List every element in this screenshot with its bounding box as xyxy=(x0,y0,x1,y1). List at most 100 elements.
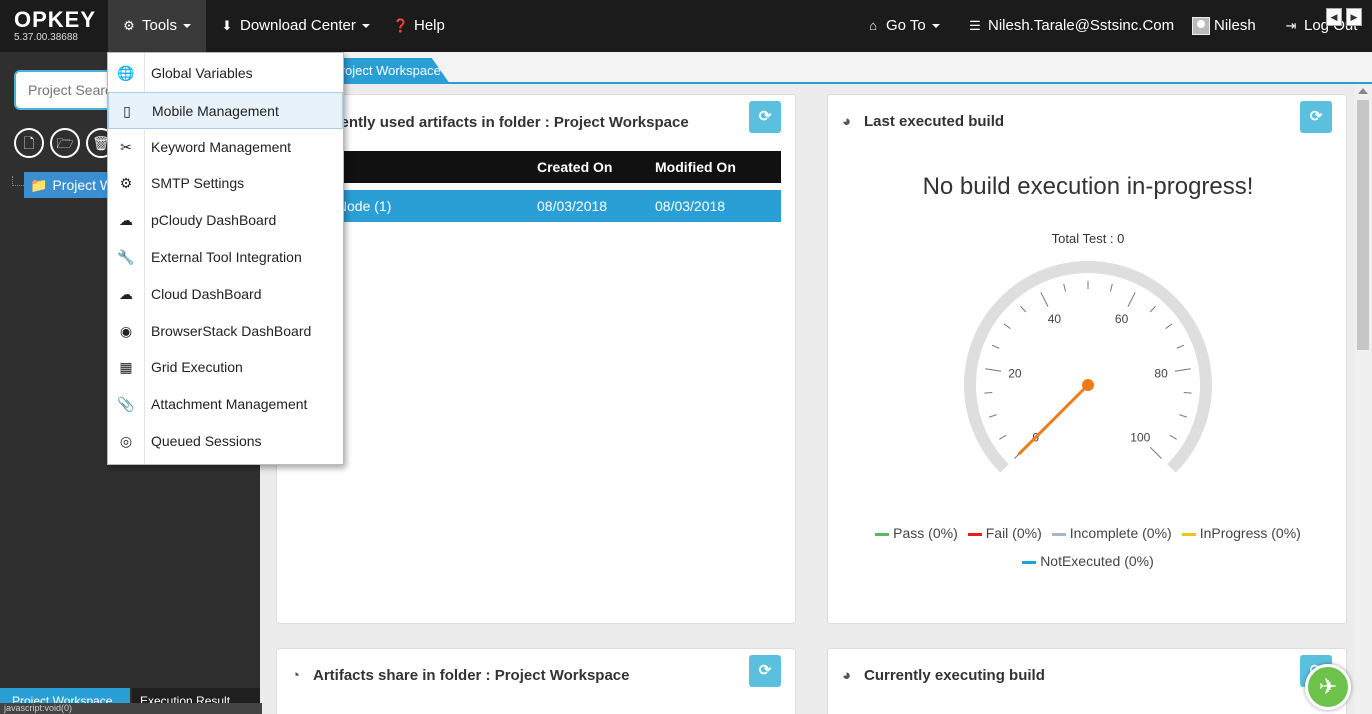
scroll-up-arrow[interactable] xyxy=(1358,88,1368,94)
menu-item-label: Keyword Management xyxy=(151,138,292,155)
gauge-label: 80 xyxy=(1154,366,1168,380)
table-header: Created On Modified On xyxy=(293,151,781,183)
share-title-text: Artifacts share in folder : Project Work… xyxy=(313,667,630,684)
legend-label: Pass (0%) xyxy=(893,525,958,541)
menu-item-grid-execution[interactable]: ▦ Grid Execution xyxy=(108,349,343,386)
menu-item-queued-sessions[interactable]: ◎ Queued Sessions xyxy=(108,423,343,460)
gauge-tick xyxy=(1179,414,1188,418)
go-to-label: Go To xyxy=(886,17,926,34)
caret-down-icon xyxy=(931,24,940,29)
cloud-icon: ☁ xyxy=(119,285,133,302)
execution-gauge: 020406080100 xyxy=(964,261,1212,473)
go-to-button[interactable]: ⌂ Go To xyxy=(864,0,940,52)
folder-open-icon: 🗁 xyxy=(56,135,74,151)
cogs-icon: ⚙ xyxy=(123,18,135,33)
new-file-button[interactable]: 🗋 xyxy=(14,128,44,158)
menu-item-label: BrowserStack DashBoard xyxy=(151,322,312,339)
tree-node-label: Project Workspace xyxy=(52,177,114,193)
page-scrollbar[interactable] xyxy=(1354,86,1372,714)
menu-item-global-variables[interactable]: 🌐 Global Variables xyxy=(108,55,343,92)
legend-item[interactable]: Incomplete (0%) xyxy=(1051,519,1172,547)
menu-item-label: SMTP Settings xyxy=(151,175,245,192)
menu-item-external-tool-integration[interactable]: 🔧 External Tool Integration xyxy=(108,239,343,276)
brand-name: OPKEY xyxy=(14,7,97,32)
wrench-icon: 🔧 xyxy=(117,249,135,265)
menu-item-label: Cloud DashBoard xyxy=(151,285,262,302)
last-executed-build-panel: ◕ Last executed build ⟳ No build executio… xyxy=(827,94,1347,624)
menu-item-smtp-settings[interactable]: ⚙ SMTP Settings xyxy=(108,165,343,202)
list-icon: ☰ xyxy=(969,18,981,33)
total-test-label: Total Test : 0 xyxy=(1051,231,1125,246)
menu-item-keyword-management[interactable]: ✂ Keyword Management xyxy=(108,129,343,166)
tools-dropdown-menu: 🌐 Global Variables ▯ Mobile Management ✂ Keyw… xyxy=(107,52,344,465)
gauge-tick xyxy=(1174,368,1191,372)
gauge-needle xyxy=(1017,383,1090,456)
refresh-button[interactable]: ⟳ xyxy=(749,101,781,133)
legend-swatch xyxy=(967,532,982,536)
legend-label: Fail (0%) xyxy=(985,525,1042,541)
legend-item[interactable]: Pass (0%) xyxy=(875,519,958,547)
sign-out-icon: ⇥ xyxy=(1285,18,1297,33)
legend-item[interactable]: InProgress (0%) xyxy=(1181,519,1301,547)
legend-label: InProgress (0%) xyxy=(1199,525,1301,541)
gauge-label: 60 xyxy=(1115,312,1129,326)
legend-label: NotExecuted (0%) xyxy=(1040,553,1154,569)
gauge-label: 100 xyxy=(1130,430,1150,444)
refresh-icon: ⟳ xyxy=(758,662,772,679)
legend-item[interactable]: NotExecuted (0%) xyxy=(1022,547,1154,575)
help-button[interactable]: ❓ Help xyxy=(392,0,445,52)
globe-icon: 🌐 xyxy=(117,65,135,81)
artifacts-table: Created On Modified On New Node (1) 08/0… xyxy=(293,151,781,222)
refresh-button[interactable]: ⟳ xyxy=(749,655,781,687)
table-row[interactable]: New Node (1) 08/03/2018 08/03/2018 xyxy=(293,190,781,222)
panel-title: ◕ Currently executing build xyxy=(842,667,1045,684)
download-center-label: Download Center xyxy=(240,17,356,34)
gauge-tick xyxy=(985,368,1002,372)
menu-item-browserstack-dashboard[interactable]: ◉ BrowserStack DashBoard xyxy=(108,313,343,350)
user-name: Nilesh xyxy=(1214,17,1256,34)
legend-swatch xyxy=(1051,532,1066,536)
opkey-logo[interactable]: OPKEY 5.37.00.38688 xyxy=(14,7,97,44)
gauge-tick xyxy=(1176,344,1185,349)
current-title-text: Currently executing build xyxy=(864,667,1045,684)
row-created: 08/03/2018 xyxy=(537,198,608,214)
smtp-icon: ⚙ xyxy=(119,175,133,192)
menu-item-attachment-management[interactable]: 📎 Attachment Management xyxy=(108,386,343,423)
gauge-tick xyxy=(1149,446,1162,459)
refresh-icon: ⟳ xyxy=(758,108,772,125)
menu-item-pcloudy-dashboard[interactable]: ☁ pCloudy DashBoard xyxy=(108,202,343,239)
folder-icon: 📁 xyxy=(30,177,48,193)
help-label: Help xyxy=(414,17,445,34)
grid-icon: ▦ xyxy=(119,359,133,376)
menu-item-label: Global Variables xyxy=(151,65,253,81)
tab-scroll-right-button[interactable]: ▶ xyxy=(1346,8,1362,26)
gauge-tick xyxy=(984,392,993,394)
tab-scroll-left-button[interactable]: ◀ xyxy=(1326,8,1342,26)
user-email-link[interactable]: ☰ Nilesh.Tarale@Sstsinc.Com xyxy=(966,0,1174,52)
gauge-tick xyxy=(1183,392,1192,394)
gauge-tick xyxy=(1040,292,1049,307)
user-profile-link[interactable]: Nilesh xyxy=(1192,0,1256,52)
scroll-thumb[interactable] xyxy=(1357,100,1369,350)
menu-item-label: Attachment Management xyxy=(151,396,308,413)
pcloudy-icon: ☁ xyxy=(119,212,133,229)
download-center-button[interactable]: ⬇ Download Center xyxy=(218,0,370,52)
email-label: Nilesh.Tarale@Sstsinc.Com xyxy=(988,17,1175,34)
refresh-button[interactable]: ⟳ xyxy=(1300,101,1332,133)
tree-node-project-workspace[interactable]: 📁Project Workspace xyxy=(24,172,114,198)
open-folder-button[interactable]: 🗁 xyxy=(50,128,80,158)
tools-menu-button[interactable]: ⚙ Tools xyxy=(108,0,206,52)
artifacts-share-panel: ◔ Artifacts share in folder : Project Wor… xyxy=(276,648,796,714)
quick-launch-button[interactable]: ✈ xyxy=(1305,664,1351,710)
legend-item[interactable]: Fail (0%) xyxy=(967,519,1042,547)
panel-title: ◕ Last executed build xyxy=(842,113,1004,130)
menu-item-cloud-dashboard[interactable]: ☁ Cloud DashBoard xyxy=(108,276,343,313)
gauge-legend: Pass (0%) Fail (0%) Incomplete (0%) InProgr… xyxy=(868,519,1308,575)
dashboard-icon: ◕ xyxy=(842,667,852,684)
gauge-label: 20 xyxy=(1008,366,1022,380)
top-navbar: OPKEY 5.37.00.38688 ⚙ Tools ⬇ Download Cen… xyxy=(0,0,1372,52)
gauge-tick xyxy=(1020,305,1027,313)
keyword-icon: ✂ xyxy=(120,138,132,155)
currently-executing-panel: ◕Currently executing build ⟳ xyxy=(827,648,1347,714)
menu-item-mobile-management[interactable]: ▯ Mobile Management xyxy=(108,91,343,129)
